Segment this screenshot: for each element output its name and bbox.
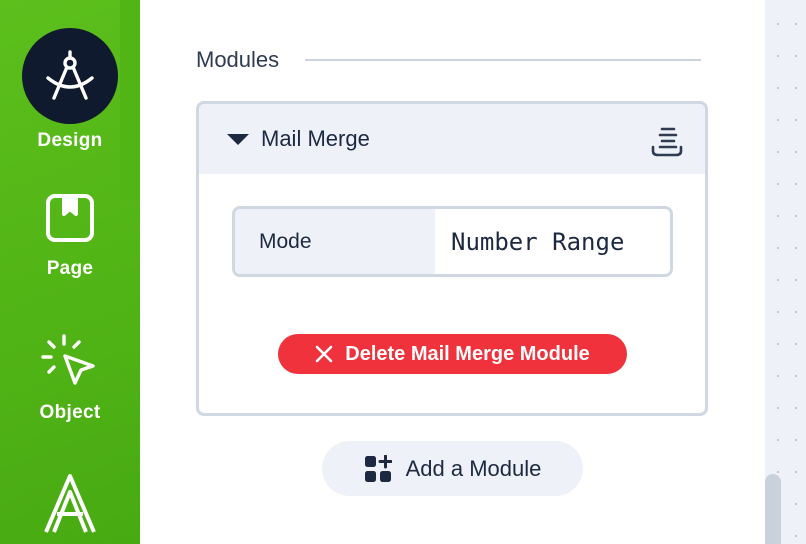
sidebar-item-design[interactable]: Design xyxy=(0,28,140,152)
mode-field: Mode Number Range xyxy=(232,206,673,277)
text-a-icon xyxy=(40,470,100,544)
canvas-dot-grid xyxy=(795,0,797,544)
section-title: Modules xyxy=(196,47,280,72)
sidebar-item-label: Design xyxy=(37,130,103,151)
canvas-scroll-area xyxy=(765,0,806,544)
main-panel: Modules Mail Merge Mode Number Range Del… xyxy=(140,0,765,544)
add-module-button[interactable]: Add a Module xyxy=(322,441,583,496)
module-header[interactable]: Mail Merge xyxy=(199,104,705,174)
sidebar-item-label: Page xyxy=(46,258,94,279)
mode-value-select[interactable]: Number Range xyxy=(435,209,670,274)
sidebar-item-page[interactable]: Page xyxy=(0,170,140,280)
delete-module-label: Delete Mail Merge Module xyxy=(345,342,590,365)
sidebar: Design Page Object xyxy=(0,0,140,544)
add-module-label: Add a Module xyxy=(405,455,542,481)
scrollbar-thumb[interactable] xyxy=(765,474,781,544)
cursor-click-icon xyxy=(22,314,118,410)
module-title: Mail Merge xyxy=(261,126,370,151)
stack-icon[interactable] xyxy=(649,123,685,159)
caret-down-icon[interactable] xyxy=(227,133,249,145)
delete-module-button[interactable]: Delete Mail Merge Module xyxy=(278,334,627,374)
canvas-dot-grid xyxy=(777,0,779,544)
mode-label: Mode xyxy=(235,209,435,274)
bookmark-page-icon xyxy=(22,170,118,266)
module-card: Mail Merge Mode Number Range Delete Mail… xyxy=(196,101,708,416)
sidebar-item-object[interactable]: Object xyxy=(0,314,140,424)
compass-icon xyxy=(22,28,118,124)
sidebar-item-label: Object xyxy=(39,402,101,423)
add-module-icon xyxy=(364,454,392,482)
close-icon xyxy=(315,345,333,363)
sidebar-item-text[interactable] xyxy=(0,470,140,544)
section-divider xyxy=(305,59,701,61)
